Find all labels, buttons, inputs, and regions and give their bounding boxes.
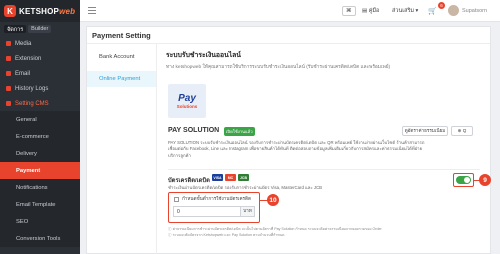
- cart-icon[interactable]: 🛒: [428, 6, 437, 16]
- sidebar-subitem-general[interactable]: General: [0, 111, 80, 128]
- page-title: Payment Setting: [87, 27, 490, 44]
- brand-logo[interactable]: K KETSHOPweb: [0, 0, 80, 22]
- help-link[interactable]: ▤ คู่มือ: [362, 6, 379, 16]
- min-amount-label: กำหนดขั้นต่ำการใช้งานบัตรเครดิต: [182, 196, 251, 201]
- help-label: คู่มือ: [368, 8, 380, 14]
- card-brands: VISA MC JCB: [212, 174, 249, 181]
- sidebar-item-label: Extension: [15, 55, 42, 62]
- sidebar-item-label: Media: [15, 40, 32, 47]
- addons-dropdown[interactable]: ส่วนเสริม ▾: [392, 6, 418, 16]
- payment-notes: ⓘ ค่าธรรมเนียมการชำระผ่านบัตรเครดิต/เดบิ…: [168, 226, 382, 238]
- addons-label: ส่วนเสริม: [392, 8, 415, 14]
- sidebar-item-history-logs[interactable]: History Logs: [0, 81, 80, 96]
- logo-suffix: web: [59, 6, 76, 16]
- sidebar-subitem-payment[interactable]: Payment: [0, 162, 80, 179]
- sidebar-item-extension[interactable]: Extension: [0, 51, 80, 66]
- logo-name: KETSHOP: [19, 6, 60, 16]
- chevron-down-icon: ▾: [414, 8, 419, 14]
- sidebar-item-media[interactable]: Media: [0, 36, 80, 51]
- faq-button[interactable]: ⊕ Q: [451, 126, 473, 136]
- min-amount-unit: บาท: [241, 206, 255, 217]
- sidebar-subitem-email-template[interactable]: Email Template: [0, 196, 80, 213]
- callout-marker: 9: [479, 174, 491, 186]
- provider-name: PAY SOLUTION: [168, 127, 220, 134]
- min-amount-input[interactable]: 0: [173, 206, 241, 217]
- mastercard-icon: MC: [225, 174, 236, 181]
- tab-online-payment[interactable]: Online Payment: [87, 71, 156, 87]
- sidebar-subitem-delivery[interactable]: Delivery: [0, 145, 80, 162]
- fee-rates-button[interactable]: ดูอัตราค่าธรรมเนียม: [402, 126, 448, 136]
- payment-tabs: Bank Account Online Payment: [87, 44, 157, 254]
- status-badge: เปิดใช้งานแล้ว: [224, 127, 255, 136]
- online-payment-panel: ระบบรับชำระเงินออนไลน์ ทาง ketshopweb ให…: [166, 49, 491, 237]
- avatar[interactable]: [448, 5, 459, 16]
- note-line: ⓘ ระบบจะตัดบัตรจาก Ketshopweb และ Pay So…: [168, 233, 285, 238]
- history-icon: [6, 86, 11, 91]
- logo-text: KETSHOPweb: [19, 7, 75, 16]
- sidebar-subitem-ecommerce[interactable]: E-commerce: [0, 128, 80, 145]
- min-amount-checkbox[interactable]: [174, 197, 179, 202]
- logo-sub: Solutions: [176, 103, 198, 109]
- section-title: ระบบรับชำระเงินออนไลน์: [166, 52, 241, 59]
- mode-switch: จัดการ Builder: [0, 22, 80, 36]
- cart-count-badge: 6: [438, 2, 445, 9]
- visa-icon: VISA: [212, 174, 223, 181]
- gear-icon: [6, 101, 11, 106]
- logo-main: Pay: [178, 92, 196, 104]
- user-name[interactable]: Supatsorn: [462, 6, 487, 16]
- divider: [168, 169, 480, 170]
- section-subtitle: ทาง ketshopweb ให้คุณสามารถใช้บริการระบบ…: [166, 65, 391, 70]
- logo-mark: K: [4, 5, 16, 17]
- sidebar: K KETSHOPweb จัดการ Builder Media Extens…: [0, 0, 80, 254]
- sidebar-item-email[interactable]: Email: [0, 66, 80, 81]
- sidebar-subitem-conversion-tools[interactable]: Conversion Tools: [0, 230, 80, 247]
- sidebar-item-label: Email: [15, 70, 31, 77]
- mode-builder-button[interactable]: Builder: [28, 25, 52, 33]
- book-icon: ▤: [362, 8, 369, 14]
- tab-bank-account[interactable]: Bank Account: [87, 49, 156, 65]
- sidebar-item-label: Setting CMS: [15, 100, 49, 107]
- sidebar-subitem-notifications[interactable]: Notifications: [0, 179, 80, 196]
- email-icon: [6, 71, 11, 76]
- shortcut-button[interactable]: ⌘: [342, 6, 356, 16]
- sidebar-subitem-seo[interactable]: SEO: [0, 213, 80, 230]
- extension-icon: [6, 56, 11, 61]
- mode-manage-button[interactable]: จัดการ: [4, 25, 27, 33]
- hamburger-icon[interactable]: [88, 7, 96, 14]
- sidebar-item-setting-cms[interactable]: Setting CMS: [0, 96, 80, 111]
- jcb-icon: JCB: [238, 174, 249, 181]
- callout-marker: 10: [267, 194, 279, 206]
- payment-setting-card: Payment Setting Bank Account Online Paym…: [86, 26, 491, 254]
- sidebar-subnav: General E-commerce Delivery Payment Noti…: [0, 111, 80, 247]
- media-icon: [6, 41, 11, 46]
- sidebar-item-label: History Logs: [15, 85, 49, 92]
- toggle-highlight: [453, 173, 474, 187]
- credit-card-description: ชำระเงินผ่านบัตรเครดิต/เดบิต รองรับการชำ…: [168, 185, 323, 190]
- provider-description: PAY SOLUTION ระบบรับชำระเงินออนไลน์ รองร…: [168, 140, 425, 158]
- topbar: ⌘ ▤ คู่มือ ส่วนเสริม ▾ 🛒 6 Supatsorn: [80, 0, 500, 22]
- pay-solutions-logo: Pay Solutions: [168, 84, 206, 118]
- min-amount-box: กำหนดขั้นต่ำการใช้งานบัตรเครดิต 0 บาท: [168, 192, 260, 223]
